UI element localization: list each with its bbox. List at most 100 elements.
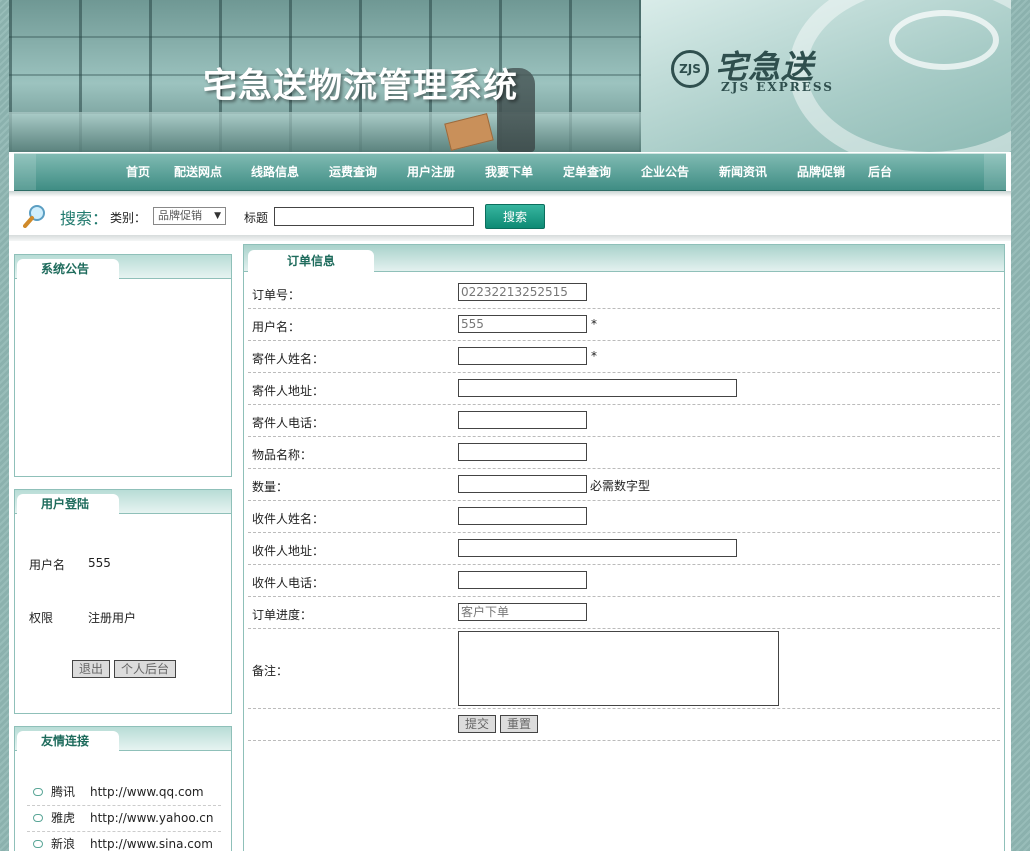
link-url[interactable]: http://www.sina.com [90,832,213,851]
item-name-field[interactable] [458,443,587,461]
login-panel-title: 用户登陆 [17,494,119,516]
main-nav: 首页 配送网点 线路信息 运费查询 用户注册 我要下单 定单查询 企业公告 新闻… [14,153,1006,191]
search-label: 搜索： [60,209,109,228]
sender-name-label: 寄件人姓名： [252,352,325,366]
header-banner: 宅急送物流管理系统 ZJS 宅急送 ZJS EXPRESS [9,0,1011,152]
speech-bubble-icon [33,788,43,796]
link-name: 雅虎 [51,811,76,825]
required-mark: * [591,317,597,331]
nav-freight-query[interactable]: 运费查询 [329,154,377,190]
nav-announcements[interactable]: 企业公告 [641,154,689,190]
submit-button[interactable]: 提交 [458,715,496,733]
progress-label: 订单进度： [252,608,313,622]
sender-address-field[interactable] [458,379,737,397]
sender-phone-label: 寄件人电话： [252,416,325,430]
sender-phone-field[interactable] [458,411,587,429]
category-select[interactable]: 品牌促销 ▼ [153,207,226,225]
banner-arc-decoration-small [889,10,999,70]
speech-bubble-icon [33,840,43,848]
order-panel-title: 订单信息 [248,250,374,274]
remark-textarea[interactable] [458,631,779,706]
dropdown-arrow-icon: ▼ [214,211,221,221]
link-name: 腾讯 [51,785,76,799]
form-row-order-no: 订单号： 02232213252515 [248,277,1000,309]
login-panel-header: 用户登陆 [15,490,231,516]
speech-bubble-icon [33,814,43,822]
order-form-panel: 订单信息 订单号： 02232213252515 用户名： 555 * 寄件人姓… [243,244,1005,851]
order-panel-header: 订单信息 [244,245,1004,274]
zjs-logo: ZJS 宅急送 ZJS EXPRESS [671,40,851,100]
form-row-recipient-address: 收件人地址： [248,533,1000,565]
nav-admin[interactable]: 后台 [868,154,892,190]
nav-register[interactable]: 用户注册 [407,154,455,190]
nav-corner-right [984,154,1006,190]
nav-delivery-points[interactable]: 配送网点 [174,154,222,190]
recipient-name-label: 收件人姓名： [252,512,325,526]
friend-links-panel: 友情连接 腾讯 http://www.qq.com 雅虎 http://www.… [14,726,232,851]
form-row-recipient-phone: 收件人电话： [248,565,1000,597]
form-row-item-name: 物品名称： [248,437,1000,469]
username-field-label: 用户名： [252,320,301,334]
category-label: 类别： [110,211,147,225]
required-mark: * [591,349,597,363]
link-url[interactable]: http://www.qq.com [90,780,204,804]
recipient-phone-field[interactable] [458,571,587,589]
logout-button[interactable]: 退出 [72,660,110,678]
form-row-remark: 备注： [248,629,1000,709]
sender-address-label: 寄件人地址： [252,384,325,398]
order-no-label: 订单号： [252,288,301,302]
order-no-field[interactable]: 02232213252515 [458,283,587,301]
links-panel-title: 友情连接 [17,731,119,753]
notice-panel-header: 系统公告 [15,255,231,281]
nav-order-query[interactable]: 定单查询 [563,154,611,190]
form-row-sender-phone: 寄件人电话： [248,405,1000,437]
progress-field[interactable]: 客户下单 [458,603,587,621]
form-row-actions: 提交 重置 [248,709,1000,741]
site-title: 宅急送物流管理系统 [203,66,518,106]
recipient-address-label: 收件人地址： [252,544,325,558]
item-name-label: 物品名称： [252,448,313,462]
link-item[interactable]: 雅虎 http://www.yahoo.cn [27,806,221,832]
form-row-recipient-name: 收件人姓名： [248,501,1000,533]
nav-promotions[interactable]: 品牌促销 [797,154,845,190]
form-row-quantity: 数量： 必需数字型 [248,469,1000,501]
magnifier-icon [23,205,45,228]
form-row-sender-name: 寄件人姓名： * [248,341,1000,373]
reset-button[interactable]: 重置 [500,715,538,733]
sender-name-field[interactable] [458,347,587,365]
search-separator [9,235,1011,241]
link-url[interactable]: http://www.yahoo.cn [90,806,213,830]
logo-seal-icon: ZJS [671,50,709,88]
category-select-value: 品牌促销 [158,209,202,222]
notice-panel-title: 系统公告 [17,259,119,281]
title-search-input[interactable] [274,207,474,226]
username-label: 用户名 [29,558,66,572]
login-panel: 用户登陆 用户名 555 权限 注册用户 退出 个人后台 [14,489,232,714]
personal-admin-button[interactable]: 个人后台 [114,660,176,678]
quantity-label: 数量： [252,480,289,494]
username-field[interactable]: 555 [458,315,587,333]
form-row-sender-address: 寄件人地址： [248,373,1000,405]
recipient-address-field[interactable] [458,539,737,557]
link-item[interactable]: 腾讯 http://www.qq.com [27,780,221,806]
quantity-hint: 必需数字型 [590,479,651,493]
nav-home[interactable]: 首页 [126,154,150,190]
form-row-progress: 订单进度： 客户下单 [248,597,1000,629]
recipient-name-field[interactable] [458,507,587,525]
nav-routes[interactable]: 线路信息 [251,154,299,190]
link-name: 新浪 [51,837,76,851]
username-value: 555 [88,556,111,570]
nav-shadow [9,191,1011,197]
role-label: 权限 [29,611,54,625]
nav-news[interactable]: 新闻资讯 [719,154,767,190]
page: 宅急送物流管理系统 ZJS 宅急送 ZJS EXPRESS 首页 配送网点 线路… [9,0,1011,851]
notice-panel: 系统公告 [14,254,232,477]
search-button[interactable]: 搜索 [485,204,545,229]
nav-place-order[interactable]: 我要下单 [485,154,533,190]
quantity-field[interactable] [458,475,587,493]
logo-english-text: ZJS EXPRESS [721,80,834,94]
link-item[interactable]: 新浪 http://www.sina.com [27,832,221,851]
form-row-username: 用户名： 555 * [248,309,1000,341]
nav-corner-left [14,154,36,190]
recipient-phone-label: 收件人电话： [252,576,325,590]
